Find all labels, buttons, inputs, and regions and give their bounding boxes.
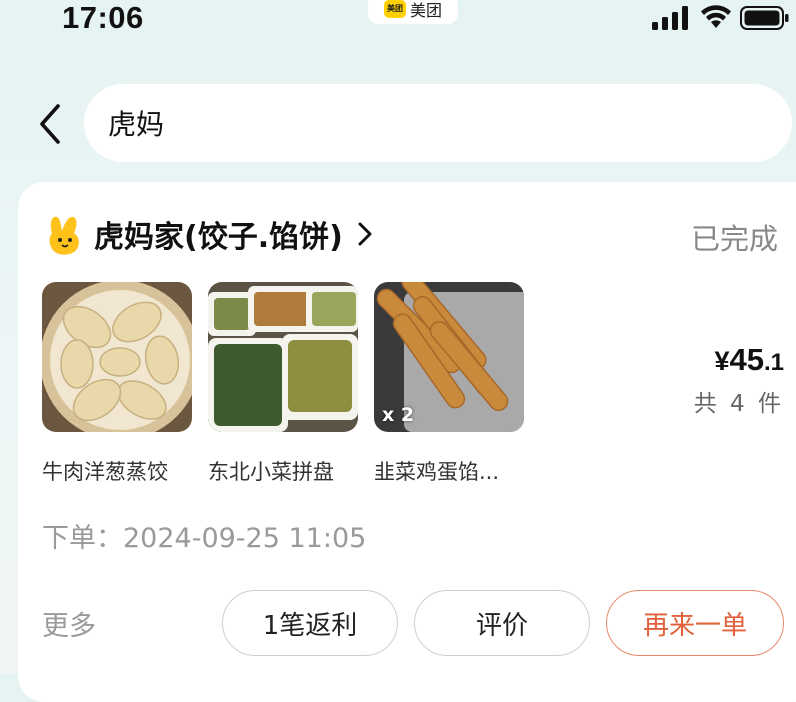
shop-logo-icon	[49, 216, 79, 255]
reorder-button[interactable]: 再来一单	[606, 590, 784, 656]
currency-symbol: ¥	[714, 346, 730, 376]
meituan-logo-icon: 美团	[383, 0, 406, 18]
item-thumbnail-side-dishes	[208, 282, 358, 432]
chevron-right-icon	[358, 222, 372, 246]
shop-header[interactable]: 虎妈家(饺子.馅饼)	[46, 212, 375, 256]
shop-name[interactable]: 虎妈家(饺子.馅饼)	[94, 212, 343, 256]
item-count: 共 4 件	[693, 391, 784, 417]
list-item[interactable]: 东北小菜拼盘	[208, 282, 358, 486]
app-name: 美团	[409, 1, 442, 20]
wifi-icon	[701, 5, 731, 28]
item-name: 牛肉洋葱蒸饺	[42, 460, 168, 484]
total-price: ¥45.1	[694, 342, 784, 378]
order-time: 下单：2024-09-25 11:05	[42, 523, 367, 554]
list-item[interactable]: 牛肉洋葱蒸饺	[42, 282, 192, 486]
list-item[interactable]: x 2 韭菜鸡蛋馅...	[374, 282, 524, 486]
cellular-signal-icon	[652, 6, 688, 30]
price-integer: 45	[729, 342, 764, 377]
order-actions: 更多 1笔返利 评价 再来一单	[42, 590, 796, 656]
order-items: 牛肉洋葱蒸饺 东北小菜拼盘 x 2 韭菜鸡蛋馅...	[42, 282, 524, 486]
back-arrow-icon[interactable]	[36, 102, 66, 146]
item-name: 东北小菜拼盘	[208, 460, 334, 484]
dumplings-image	[42, 282, 192, 432]
status-bar: 17:06 美团 美团	[0, 0, 796, 40]
status-time: 17:06	[62, 0, 144, 35]
search-query-text: 虎妈	[108, 108, 165, 141]
quantity-badge: x 2	[382, 404, 415, 426]
rebate-button[interactable]: 1笔返利	[222, 590, 398, 656]
battery-icon	[740, 6, 789, 30]
app-indicator[interactable]: 美团 美团	[368, 0, 458, 24]
item-thumbnail-dumplings	[42, 282, 192, 432]
order-status: 已完成	[690, 222, 778, 256]
side-dishes-image	[208, 282, 358, 432]
price-decimal: .1	[763, 349, 784, 376]
more-button[interactable]: 更多	[42, 604, 96, 643]
item-thumbnail-fried-pies: x 2	[374, 282, 524, 432]
order-total: ¥45.1 共 4 件	[694, 342, 784, 418]
review-button[interactable]: 评价	[414, 590, 590, 656]
search-input[interactable]: 虎妈	[84, 84, 792, 162]
item-name: 韭菜鸡蛋馅...	[374, 460, 500, 484]
top-nav: 虎妈	[0, 84, 796, 164]
order-card[interactable]: 虎妈家(饺子.馅饼) 已完成 牛肉洋葱蒸饺 东北小菜拼盘 x 2 韭菜鸡蛋馅..…	[18, 182, 796, 702]
